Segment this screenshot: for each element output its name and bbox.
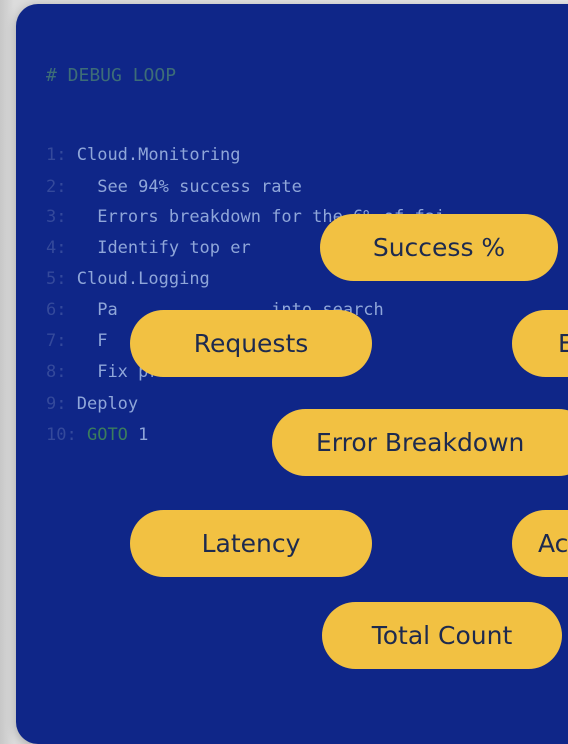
line-number: 4: (46, 238, 67, 258)
line-number: 10: (46, 425, 77, 445)
debug-loop-panel: # DEBUG LOOP 1: Cloud.Monitoring 2: See … (16, 4, 568, 744)
line-number: 5: (46, 269, 67, 289)
line-text: Cloud.Logging (76, 269, 210, 289)
line-number: 2: (46, 177, 67, 197)
line-text: Deploy (76, 394, 139, 414)
line-number: 1: (46, 145, 67, 165)
line-text: See 94% success rate (76, 177, 302, 197)
requests-pill[interactable]: Requests (130, 310, 372, 377)
code-line: 7: F (46, 330, 107, 352)
partial-metric-pill[interactable]: E (512, 310, 568, 377)
line-text: F (76, 331, 108, 351)
code-line: 10: GOTO 1 (46, 424, 148, 446)
total-count-pill[interactable]: Total Count (322, 602, 562, 669)
line-number: 8: (46, 362, 67, 382)
line-number: 9: (46, 394, 67, 414)
latency-pill[interactable]: Latency (130, 510, 372, 577)
error-breakdown-pill[interactable]: Error Breakdown (272, 409, 568, 476)
code-line: 1: Cloud.Monitoring (46, 144, 241, 166)
partial-metric-pill-2[interactable]: Ac (512, 510, 568, 577)
code-line: 5: Cloud.Logging (46, 268, 210, 290)
line-number: 6: (46, 300, 67, 320)
code-line: 2: See 94% success rate (46, 176, 302, 198)
code-block: 1: Cloud.Monitoring 2: See 94% success r… (46, 4, 445, 445)
success-percent-pill[interactable]: Success % (320, 214, 558, 281)
line-number: 7: (46, 331, 67, 351)
code-line: 9: Deploy (46, 393, 138, 415)
line-text: Cloud.Monitoring (76, 145, 241, 165)
line-text: 1 (127, 425, 149, 445)
line-number: 3: (46, 207, 67, 227)
goto-keyword: GOTO (86, 425, 128, 445)
